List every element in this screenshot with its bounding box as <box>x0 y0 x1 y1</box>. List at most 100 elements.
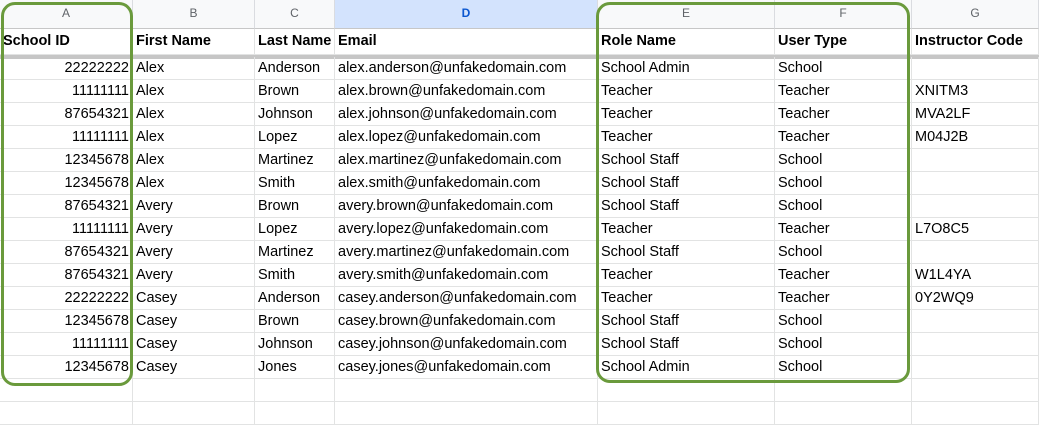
cell-first-name[interactable]: Alex <box>133 80 255 103</box>
cell-user-type[interactable]: School <box>775 310 912 333</box>
cell-instructor-code[interactable] <box>912 172 1039 195</box>
cell-last-name[interactable]: Johnson <box>255 333 335 356</box>
empty-cell[interactable] <box>598 379 775 402</box>
empty-cell[interactable] <box>0 402 133 425</box>
cell-instructor-code[interactable] <box>912 195 1039 218</box>
cell-last-name[interactable]: Brown <box>255 80 335 103</box>
cell-instructor-code[interactable] <box>912 310 1039 333</box>
cell-last-name[interactable]: Lopez <box>255 218 335 241</box>
empty-cell[interactable] <box>912 379 1039 402</box>
cell-instructor-code[interactable]: M04J2B <box>912 126 1039 149</box>
cell-last-name[interactable]: Martinez <box>255 241 335 264</box>
cell-email[interactable]: avery.smith@unfakedomain.com <box>335 264 598 287</box>
empty-cell[interactable] <box>912 402 1039 425</box>
cell-school-id[interactable]: 11111111 <box>0 218 133 241</box>
cell-school-id[interactable]: 11111111 <box>0 333 133 356</box>
cell-email[interactable]: alex.martinez@unfakedomain.com <box>335 149 598 172</box>
cell-role-name[interactable]: Teacher <box>598 126 775 149</box>
cell-user-type[interactable]: School <box>775 195 912 218</box>
cell-user-type[interactable]: School <box>775 57 912 80</box>
cell-role-name[interactable]: School Staff <box>598 333 775 356</box>
cell-user-type[interactable]: Teacher <box>775 287 912 310</box>
empty-cell[interactable] <box>133 402 255 425</box>
cell-last-name[interactable]: Brown <box>255 195 335 218</box>
empty-cell[interactable] <box>775 402 912 425</box>
cell-instructor-code[interactable]: 0Y2WQ9 <box>912 287 1039 310</box>
cell-instructor-code[interactable]: MVA2LF <box>912 103 1039 126</box>
cell-user-type[interactable]: School <box>775 172 912 195</box>
cell-first-name[interactable]: Casey <box>133 287 255 310</box>
header-cell-user-type[interactable]: User Type <box>775 29 912 55</box>
cell-first-name[interactable]: Avery <box>133 241 255 264</box>
cell-first-name[interactable]: Alex <box>133 172 255 195</box>
header-cell-last-name[interactable]: Last Name <box>255 29 335 55</box>
cell-instructor-code[interactable]: XNITM3 <box>912 80 1039 103</box>
header-cell-role-name[interactable]: Role Name <box>598 29 775 55</box>
cell-role-name[interactable]: Teacher <box>598 287 775 310</box>
cell-email[interactable]: casey.brown@unfakedomain.com <box>335 310 598 333</box>
cell-school-id[interactable]: 12345678 <box>0 149 133 172</box>
cell-first-name[interactable]: Avery <box>133 218 255 241</box>
cell-last-name[interactable]: Jones <box>255 356 335 379</box>
header-cell-instructor-code[interactable]: Instructor Code <box>912 29 1039 55</box>
cell-last-name[interactable]: Smith <box>255 172 335 195</box>
column-letter-d[interactable]: D <box>335 0 598 29</box>
column-letter-b[interactable]: B <box>133 0 255 29</box>
empty-cell[interactable] <box>133 379 255 402</box>
cell-email[interactable]: avery.brown@unfakedomain.com <box>335 195 598 218</box>
cell-school-id[interactable]: 11111111 <box>0 126 133 149</box>
cell-role-name[interactable]: School Admin <box>598 356 775 379</box>
cell-first-name[interactable]: Casey <box>133 333 255 356</box>
cell-first-name[interactable]: Alex <box>133 149 255 172</box>
cell-first-name[interactable]: Avery <box>133 195 255 218</box>
cell-user-type[interactable]: Teacher <box>775 103 912 126</box>
column-letter-f[interactable]: F <box>775 0 912 29</box>
cell-email[interactable]: avery.martinez@unfakedomain.com <box>335 241 598 264</box>
cell-school-id[interactable]: 11111111 <box>0 80 133 103</box>
column-letter-e[interactable]: E <box>598 0 775 29</box>
cell-school-id[interactable]: 87654321 <box>0 103 133 126</box>
cell-user-type[interactable]: Teacher <box>775 264 912 287</box>
cell-school-id[interactable]: 12345678 <box>0 172 133 195</box>
column-letter-c[interactable]: C <box>255 0 335 29</box>
cell-email[interactable]: alex.anderson@unfakedomain.com <box>335 57 598 80</box>
cell-email[interactable]: avery.lopez@unfakedomain.com <box>335 218 598 241</box>
cell-role-name[interactable]: School Staff <box>598 241 775 264</box>
header-cell-school-id[interactable]: School ID <box>0 29 133 55</box>
cell-instructor-code[interactable] <box>912 149 1039 172</box>
cell-email[interactable]: casey.anderson@unfakedomain.com <box>335 287 598 310</box>
empty-cell[interactable] <box>0 379 133 402</box>
cell-email[interactable]: alex.smith@unfakedomain.com <box>335 172 598 195</box>
cell-role-name[interactable]: School Staff <box>598 310 775 333</box>
cell-last-name[interactable]: Anderson <box>255 287 335 310</box>
cell-instructor-code[interactable] <box>912 57 1039 80</box>
cell-role-name[interactable]: School Admin <box>598 57 775 80</box>
cell-school-id[interactable]: 87654321 <box>0 241 133 264</box>
cell-school-id[interactable]: 22222222 <box>0 57 133 80</box>
cell-school-id[interactable]: 12345678 <box>0 310 133 333</box>
cell-role-name[interactable]: Teacher <box>598 80 775 103</box>
cell-last-name[interactable]: Martinez <box>255 149 335 172</box>
cell-user-type[interactable]: School <box>775 149 912 172</box>
cell-email[interactable]: alex.johnson@unfakedomain.com <box>335 103 598 126</box>
cell-instructor-code[interactable] <box>912 333 1039 356</box>
empty-cell[interactable] <box>335 379 598 402</box>
cell-school-id[interactable]: 12345678 <box>0 356 133 379</box>
cell-role-name[interactable]: Teacher <box>598 218 775 241</box>
cell-first-name[interactable]: Casey <box>133 310 255 333</box>
cell-last-name[interactable]: Smith <box>255 264 335 287</box>
empty-cell[interactable] <box>598 402 775 425</box>
column-letter-g[interactable]: G <box>912 0 1039 29</box>
cell-last-name[interactable]: Brown <box>255 310 335 333</box>
cell-role-name[interactable]: School Staff <box>598 149 775 172</box>
cell-role-name[interactable]: School Staff <box>598 172 775 195</box>
cell-email[interactable]: casey.jones@unfakedomain.com <box>335 356 598 379</box>
cell-user-type[interactable]: School <box>775 356 912 379</box>
header-cell-email[interactable]: Email <box>335 29 598 55</box>
cell-instructor-code[interactable]: W1L4YA <box>912 264 1039 287</box>
cell-user-type[interactable]: Teacher <box>775 126 912 149</box>
cell-instructor-code[interactable] <box>912 356 1039 379</box>
cell-user-type[interactable]: Teacher <box>775 80 912 103</box>
cell-first-name[interactable]: Casey <box>133 356 255 379</box>
cell-email[interactable]: alex.brown@unfakedomain.com <box>335 80 598 103</box>
